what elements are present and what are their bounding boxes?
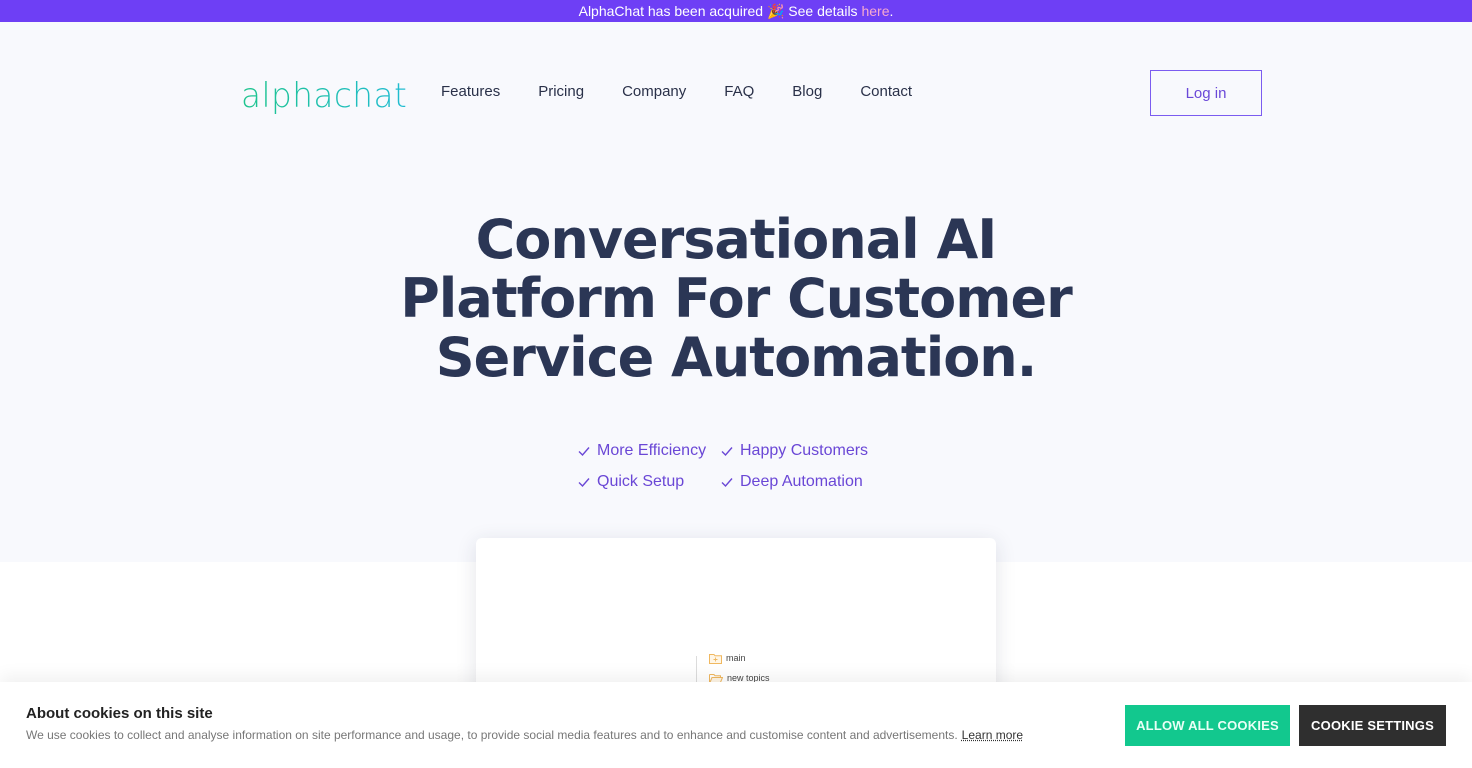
headline-line-2: Platform For Customer [400,267,1073,330]
logo[interactable]: alphachat [241,76,407,116]
check-icon [578,478,590,488]
benefit-item: More Efficiency [577,440,720,462]
announcement-link[interactable]: here [861,3,889,19]
benefit-label: Quick Setup [597,473,685,490]
announcement-bar: AlphaChat has been acquired 🎉 See detail… [0,0,1472,22]
cookie-title: About cookies on this site [26,705,213,722]
main-nav: Features Pricing Company FAQ Blog Contac… [441,82,950,102]
login-button[interactable]: Log in [1150,70,1262,116]
allow-all-cookies-button[interactable]: ALLOW ALL COOKIES [1125,705,1290,746]
benefit-label: Happy Customers [740,442,869,459]
check-icon [721,447,733,457]
announcement-suffix: . [889,3,894,19]
nav-features[interactable]: Features [441,82,500,102]
benefit-label: More Efficiency [597,442,707,459]
headline-line-1: Conversational AI [475,208,998,271]
check-icon [721,478,733,488]
headline-line-3: Service Automation. [435,326,1038,389]
nav-company[interactable]: Company [622,82,686,102]
tree-item-main[interactable]: main [709,648,770,668]
benefit-item: Deep Automation [720,471,868,493]
benefit-item: Happy Customers [720,440,868,462]
nav-blog[interactable]: Blog [792,82,822,102]
benefit-label: Deep Automation [740,473,863,490]
tree-item-label: main [726,653,746,663]
check-icon [578,447,590,457]
cookie-text: We use cookies to collect and analyse in… [26,728,958,742]
page-title: Conversational AI Platform For Customer … [336,210,1136,387]
cookie-description: We use cookies to collect and analyse in… [26,728,1023,742]
folder-icon [709,653,722,664]
cookie-settings-button[interactable]: COOKIE SETTINGS [1299,705,1446,746]
cookie-banner: About cookies on this site We use cookie… [0,682,1472,768]
nav-faq[interactable]: FAQ [724,82,754,102]
nav-contact[interactable]: Contact [860,82,912,102]
announcement-text: AlphaChat has been acquired 🎉 See detail… [578,3,862,19]
learn-more-link[interactable]: Learn more [962,728,1023,742]
benefit-item: Quick Setup [577,471,720,493]
nav-pricing[interactable]: Pricing [538,82,584,102]
benefits-list: More Efficiency Happy Customers Quick Se… [577,440,868,493]
